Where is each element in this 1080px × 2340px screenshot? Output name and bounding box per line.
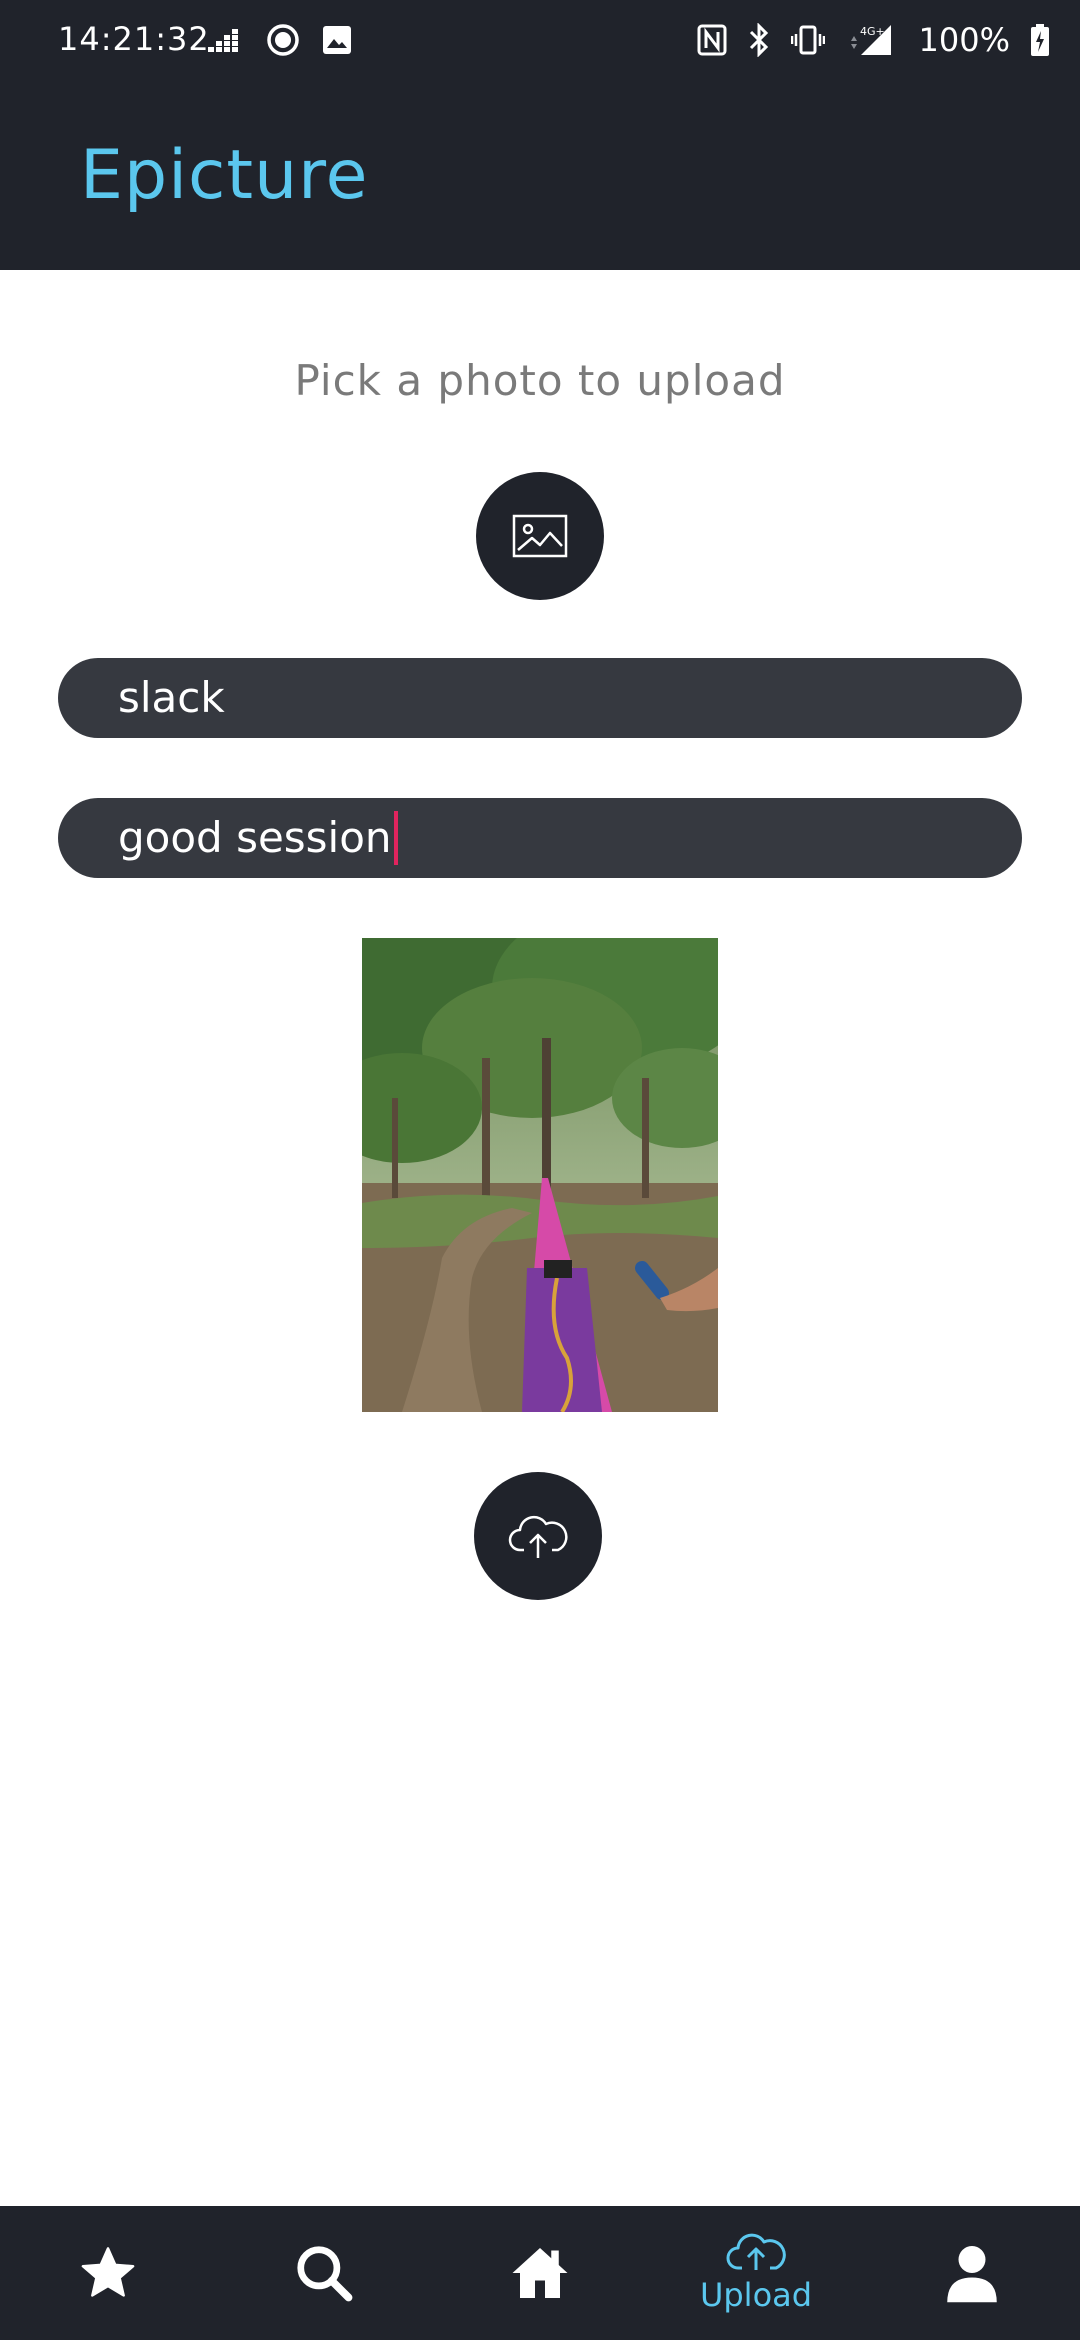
nav-home[interactable] xyxy=(432,2206,648,2340)
image-icon xyxy=(512,514,568,558)
nav-upload-label: Upload xyxy=(699,2276,813,2314)
account-icon xyxy=(947,2246,997,2303)
app-bar: Epicture xyxy=(0,80,1080,270)
star-icon xyxy=(81,2247,135,2297)
upload-form: Pick a photo to upload slack good sessio… xyxy=(0,270,1080,2206)
description-input-value: good session xyxy=(118,813,392,862)
nav-upload[interactable]: Upload xyxy=(648,2206,864,2340)
title-input-value: slack xyxy=(118,673,225,722)
text-cursor xyxy=(393,810,398,865)
cloud-upload-icon xyxy=(508,1515,568,1558)
app-title: Epicture xyxy=(80,136,369,215)
record-icon xyxy=(267,24,299,56)
signal-icon: 4G+ xyxy=(850,25,891,55)
svg-text:4G+: 4G+ xyxy=(860,25,885,38)
upload-button[interactable] xyxy=(474,1472,602,1600)
pick-photo-button[interactable] xyxy=(476,472,604,600)
selected-photo-preview xyxy=(362,938,718,1412)
status-time: 14:21:32 xyxy=(58,20,210,58)
cloud-upload-icon xyxy=(726,2233,786,2270)
bottom-navigation: Upload xyxy=(0,2206,1080,2340)
image-notification-icon xyxy=(323,26,351,54)
status-system-icons: 4G+ 100% xyxy=(697,20,1050,60)
bluetooth-icon xyxy=(749,23,768,57)
status-notification-icons xyxy=(208,20,352,60)
status-bar: 14:21:32 4G+ 100% xyxy=(0,0,1080,80)
description-input[interactable]: good session xyxy=(58,798,1022,878)
nav-favorites[interactable] xyxy=(0,2206,216,2340)
nav-account[interactable] xyxy=(864,2206,1080,2340)
battery-percentage: 100% xyxy=(918,21,1010,59)
pick-photo-prompt: Pick a photo to upload xyxy=(294,356,786,405)
deezer-icon xyxy=(208,29,238,52)
title-input[interactable]: slack xyxy=(58,658,1022,738)
vibrate-icon xyxy=(790,25,825,55)
search-icon xyxy=(297,2246,353,2302)
nav-search[interactable] xyxy=(216,2206,432,2340)
battery-icon xyxy=(1031,24,1049,56)
nfc-icon xyxy=(697,24,727,56)
photo-illustration xyxy=(362,938,718,1412)
home-icon xyxy=(512,2248,568,2298)
